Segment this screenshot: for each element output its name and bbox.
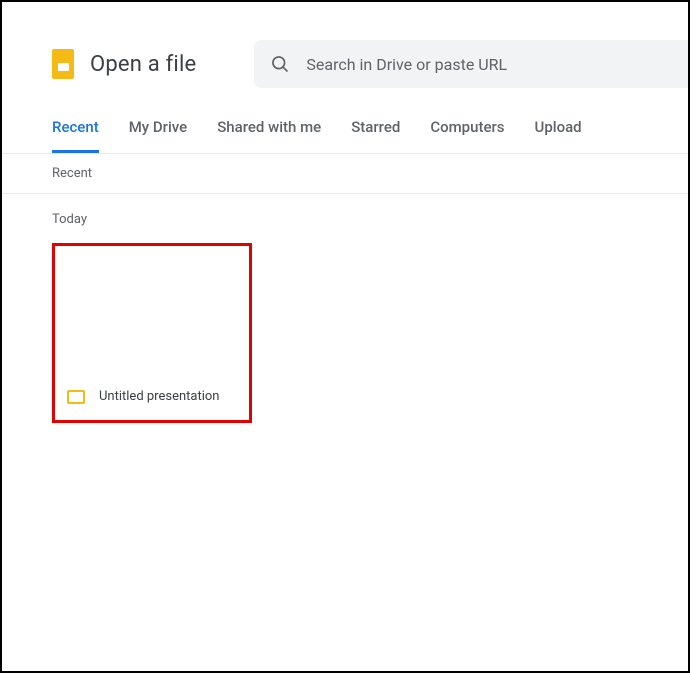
- search-icon: [270, 54, 290, 74]
- files-grid: Untitled presentation: [2, 237, 688, 423]
- tab-my-drive[interactable]: My Drive: [129, 118, 188, 153]
- slides-logo-icon: [52, 49, 74, 79]
- file-name: Untitled presentation: [99, 389, 219, 404]
- tabs-bar: Recent My Drive Shared with me Starred C…: [2, 88, 688, 154]
- file-thumbnail: [55, 246, 249, 375]
- file-card[interactable]: Untitled presentation: [52, 243, 252, 423]
- file-footer: Untitled presentation: [55, 375, 249, 420]
- tab-computers[interactable]: Computers: [430, 118, 504, 153]
- search-box[interactable]: [254, 40, 688, 88]
- group-label-today: Today: [2, 194, 688, 237]
- tab-recent[interactable]: Recent: [52, 118, 99, 153]
- search-input[interactable]: [306, 55, 672, 74]
- dialog-header: Open a file: [2, 2, 688, 88]
- section-label: Recent: [2, 154, 688, 194]
- tab-starred[interactable]: Starred: [351, 118, 400, 153]
- dialog-title: Open a file: [90, 52, 196, 77]
- slides-file-icon: [67, 390, 85, 404]
- tab-shared-with-me[interactable]: Shared with me: [217, 118, 321, 153]
- tab-upload[interactable]: Upload: [535, 118, 582, 153]
